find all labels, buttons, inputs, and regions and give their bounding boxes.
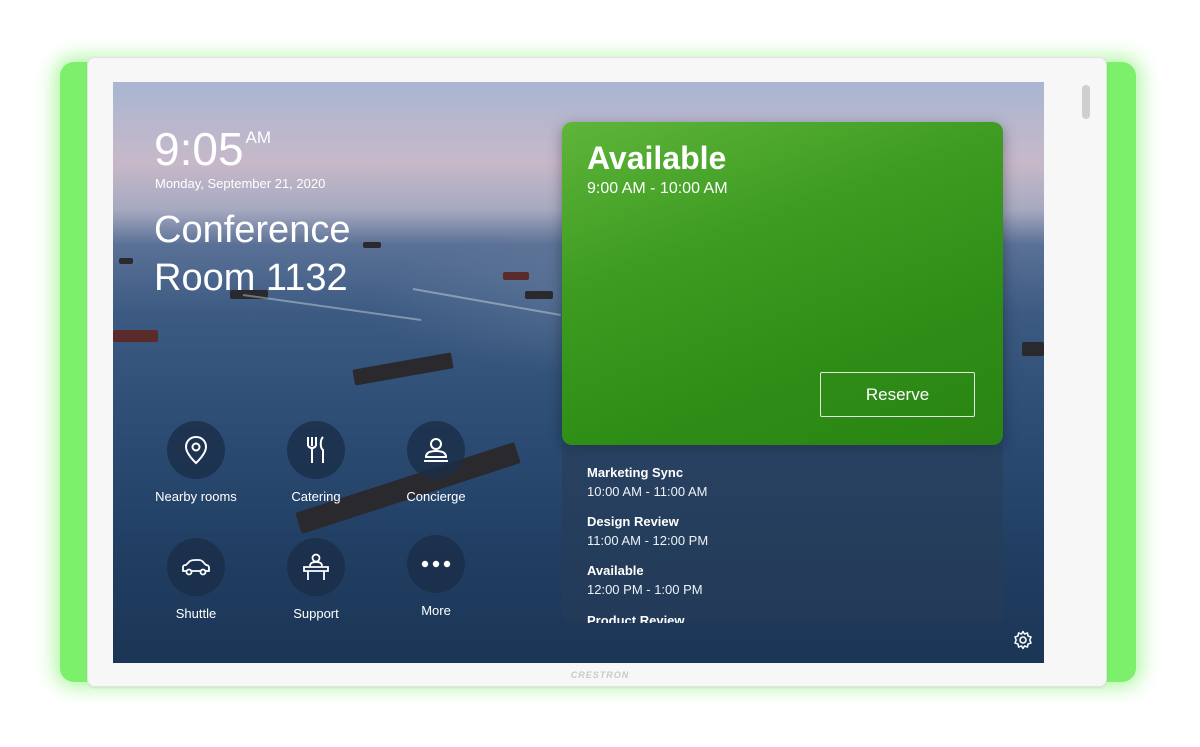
room-name-line1: Conference	[154, 209, 351, 251]
list-item[interactable]: Marketing Sync 10:00 AM - 11:00 AM	[587, 465, 707, 499]
support-desk-icon	[287, 538, 345, 596]
clock: 9:05 AM	[154, 124, 271, 174]
more-button[interactable]: More	[376, 535, 496, 618]
brand-logo: CRESTRON	[570, 670, 630, 680]
meeting-title: Marketing Sync	[587, 465, 684, 480]
nearby-rooms-label: Nearby rooms	[155, 489, 237, 504]
meeting-title: Available	[587, 563, 644, 578]
concierge-label: Concierge	[406, 489, 466, 504]
settings-button[interactable]	[1013, 630, 1033, 655]
room-name-line2: Room 1132	[154, 257, 348, 299]
more-label: More	[421, 603, 451, 618]
support-label: Support	[293, 606, 339, 621]
gear-icon	[1014, 630, 1032, 650]
list-item[interactable]: Product Review	[587, 613, 685, 623]
nearby-rooms-button[interactable]: Nearby rooms	[136, 421, 256, 504]
camera-slot	[1082, 85, 1090, 119]
device-stage: CRESTRON 9:05 AM Monday, September 21, 20…	[0, 0, 1200, 747]
room-status-card: Available 9:00 AM - 10:00 AM Reserve	[562, 122, 1003, 445]
touch-screen: 9:05 AM Monday, September 21, 2020 Confer…	[113, 82, 1044, 663]
fork-knife-icon	[287, 421, 345, 479]
location-pin-icon	[167, 421, 225, 479]
meeting-time: 12:00 PM - 1:00 PM	[587, 582, 703, 597]
support-button[interactable]: Support	[256, 538, 376, 621]
reserve-button[interactable]: Reserve	[820, 372, 975, 417]
schedule-list[interactable]: Marketing Sync 10:00 AM - 11:00 AM Desig…	[562, 445, 1003, 623]
concierge-button[interactable]: Concierge	[376, 421, 496, 504]
meeting-title: Product Review	[587, 613, 685, 623]
meeting-time: 11:00 AM - 12:00 PM	[587, 533, 709, 548]
concierge-person-icon	[407, 421, 465, 479]
shuttle-button[interactable]: Shuttle	[136, 538, 256, 621]
more-dots-icon	[407, 535, 465, 593]
room-status: Available	[587, 140, 727, 176]
current-date: Monday, September 21, 2020	[155, 176, 326, 191]
list-item[interactable]: Available 12:00 PM - 1:00 PM	[587, 563, 703, 597]
meeting-time: 10:00 AM - 11:00 AM	[587, 484, 708, 499]
clock-time: 9:05	[154, 123, 244, 175]
shuttle-label: Shuttle	[175, 606, 217, 621]
catering-label: Catering	[291, 489, 341, 504]
clock-ampm: AM	[245, 128, 272, 147]
catering-button[interactable]: Catering	[256, 421, 376, 504]
meeting-title: Design Review	[587, 514, 679, 529]
status-time-range: 9:00 AM - 10:00 AM	[587, 180, 728, 197]
car-icon	[167, 538, 225, 596]
room-name: Conference Room 1132	[154, 206, 474, 302]
list-item[interactable]: Design Review 11:00 AM - 12:00 PM	[587, 514, 708, 548]
